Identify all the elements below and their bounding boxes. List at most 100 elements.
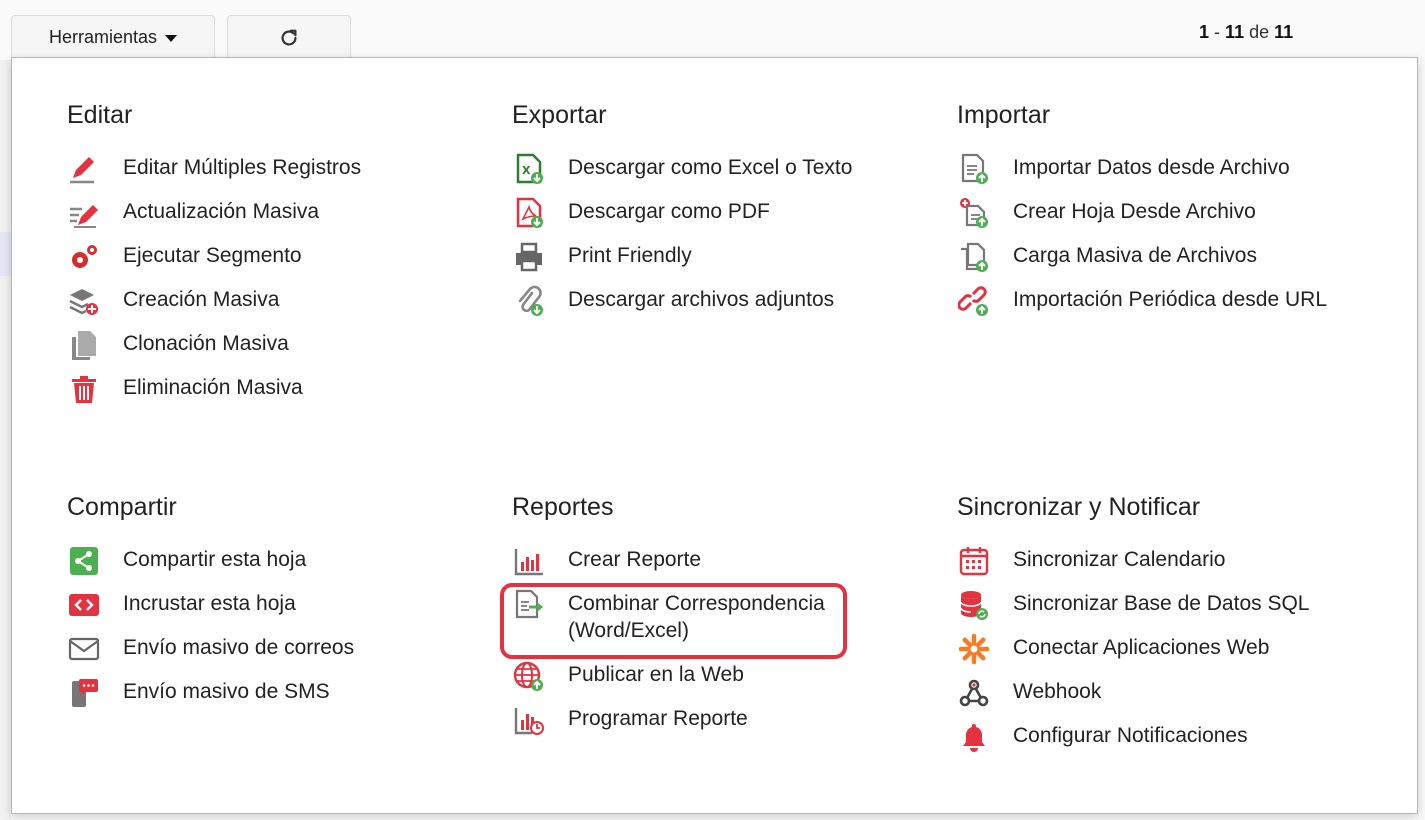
menu-item-clonacion-masiva[interactable]: Clonación Masiva (67, 330, 487, 374)
menu-item-actualizacion-masiva[interactable]: Actualización Masiva (67, 198, 487, 242)
database-icon (957, 588, 991, 622)
menu-item-label: Combinar Correspondencia (Word/Excel) (568, 592, 825, 642)
menu-item-descargar-pdf[interactable]: Descargar como PDF (512, 196, 932, 242)
section-importar: Importar Importar Datos desde Archivo Cr… (957, 98, 1377, 330)
excel-download-icon: X (512, 152, 546, 186)
menu-item-crear-reporte[interactable]: Crear Reporte (512, 546, 932, 590)
tools-dropdown-panel: Editar Editar Múltiples Registros Actual… (11, 57, 1418, 814)
pencil-icon (67, 152, 101, 186)
copy-icon (67, 328, 101, 362)
section-editar: Editar Editar Múltiples Registros Actual… (67, 98, 487, 418)
menu-item-importacion-periodica[interactable]: Importación Periódica desde URL (957, 286, 1377, 330)
svg-text:X: X (522, 164, 531, 177)
menu-item-crear-hoja[interactable]: Crear Hoja Desde Archivo (957, 198, 1377, 242)
menu-item-ejecutar-segmento[interactable]: Ejecutar Segmento (67, 242, 487, 286)
menu-item-combinar-correspondencia[interactable]: Combinar Correspondencia (Word/Excel) (512, 588, 932, 661)
menu-item-programar-reporte[interactable]: Programar Reporte (512, 705, 932, 749)
menu-item-descargar-adjuntos[interactable]: Descargar archivos adjuntos (512, 285, 932, 330)
section-title: Exportar (512, 101, 607, 129)
menu-item-conectar-aplicaciones[interactable]: Conectar Aplicaciones Web (957, 632, 1377, 678)
menu-item-label: Crear Hoja Desde Archivo (1013, 200, 1256, 223)
menu-item-configurar-notificaciones[interactable]: Configurar Notificaciones (957, 722, 1377, 766)
sheet-from-file-icon (957, 196, 991, 230)
menu-item-webhook[interactable]: Webhook (957, 678, 1377, 722)
menu-item-creacion-masiva[interactable]: Creación Masiva (67, 286, 487, 330)
menu-item-label: Print Friendly (568, 244, 692, 267)
menu-item-label: Envío masivo de SMS (123, 680, 330, 703)
menu-item-label: Carga Masiva de Archivos (1013, 244, 1257, 267)
layers-add-icon (67, 284, 101, 318)
menu-item-label: Webhook (1013, 680, 1102, 703)
menu-item-print-friendly[interactable]: Print Friendly (512, 242, 932, 286)
bulk-edit-icon (67, 196, 101, 230)
zapier-icon (957, 632, 991, 666)
mail-merge-icon (512, 588, 546, 622)
pager-start: 1 (1199, 22, 1210, 42)
background-list (0, 60, 11, 820)
menu-item-sincronizar-sql[interactable]: Sincronizar Base de Datos SQL (957, 590, 1377, 634)
globe-icon (512, 659, 546, 693)
menu-item-label: Publicar en la Web (568, 663, 744, 686)
menu-item-incrustar-hoja[interactable]: Incrustar esta hoja (67, 590, 487, 634)
menu-item-label: Descargar archivos adjuntos (568, 288, 835, 311)
menu-item-label: Editar Múltiples Registros (123, 156, 362, 179)
gears-icon (67, 240, 101, 274)
pager-of: de (1249, 22, 1270, 42)
menu-item-label: Conectar Aplicaciones Web (1013, 636, 1270, 659)
tools-menu-label: Herramientas (48, 27, 158, 47)
menu-item-label: Clonación Masiva (123, 332, 289, 355)
menu-item-envio-correos[interactable]: Envío masivo de correos (67, 634, 487, 678)
menu-item-label: Crear Reporte (568, 548, 702, 571)
pdf-download-icon (512, 196, 546, 230)
bell-icon (957, 720, 991, 754)
sms-icon (67, 676, 101, 710)
section-sincronizar: Sincronizar y Notificar Sincronizar Cale… (957, 490, 1377, 766)
menu-item-label: Sincronizar Base de Datos SQL (1013, 592, 1310, 615)
menu-item-label: Compartir esta hoja (123, 548, 307, 571)
calendar-icon (957, 544, 991, 578)
menu-item-eliminacion-masiva[interactable]: Eliminación Masiva (67, 374, 487, 418)
link-import-icon (957, 284, 991, 318)
menu-item-label: Descargar como Excel o Texto (568, 156, 853, 179)
menu-item-label: Creación Masiva (123, 288, 280, 311)
embed-icon (67, 588, 101, 622)
menu-item-editar-multiples[interactable]: Editar Múltiples Registros (67, 154, 487, 198)
section-title: Sincronizar y Notificar (957, 493, 1201, 521)
file-import-icon (957, 152, 991, 186)
menu-item-label: Sincronizar Calendario (1013, 548, 1226, 571)
schedule-report-icon (512, 703, 546, 737)
refresh-icon (281, 29, 297, 46)
menu-item-label: Ejecutar Segmento (123, 244, 302, 267)
printer-icon (512, 240, 546, 274)
tools-menu-button[interactable]: Herramientas (11, 15, 215, 59)
menu-item-importar-datos[interactable]: Importar Datos desde Archivo (957, 152, 1377, 198)
pager-end: 11 (1225, 22, 1245, 42)
menu-item-publicar-web[interactable]: Publicar en la Web (512, 661, 932, 705)
section-title: Reportes (512, 493, 614, 521)
refresh-button[interactable] (227, 15, 351, 59)
menu-item-label: Incrustar esta hoja (123, 592, 296, 615)
menu-item-sincronizar-calendario[interactable]: Sincronizar Calendario (957, 546, 1377, 590)
section-exportar: Exportar X Descargar como Excel o Texto … (512, 98, 932, 330)
section-title: Compartir (67, 493, 177, 521)
pagination-info: 1 - 11 de 11 (1199, 22, 1293, 43)
caret-down-icon (165, 35, 178, 42)
menu-item-envio-sms[interactable]: Envío masivo de SMS (67, 678, 487, 722)
menu-item-descargar-excel[interactable]: X Descargar como Excel o Texto (512, 152, 932, 198)
page: Herramientas 1 - 11 de 11 Editar Editar … (0, 0, 1425, 820)
menu-item-label: Envío masivo de correos (123, 636, 355, 659)
menu-item-label: Configurar Notificaciones (1013, 724, 1248, 747)
bar-chart-icon (512, 544, 546, 578)
menu-item-label: Eliminación Masiva (123, 376, 303, 399)
section-compartir: Compartir Compartir esta hoja Incrustar … (67, 490, 487, 722)
menu-item-label: Descargar como PDF (568, 200, 770, 223)
webhook-icon (957, 676, 991, 710)
pager-total: 11 (1274, 22, 1294, 42)
share-icon (67, 544, 101, 578)
envelope-icon (67, 632, 101, 666)
menu-item-carga-masiva[interactable]: Carga Masiva de Archivos (957, 242, 1377, 286)
menu-item-label: Programar Reporte (568, 707, 748, 730)
menu-item-compartir-hoja[interactable]: Compartir esta hoja (67, 546, 487, 590)
section-title: Editar (67, 101, 133, 129)
pager-separator: - (1214, 22, 1221, 42)
